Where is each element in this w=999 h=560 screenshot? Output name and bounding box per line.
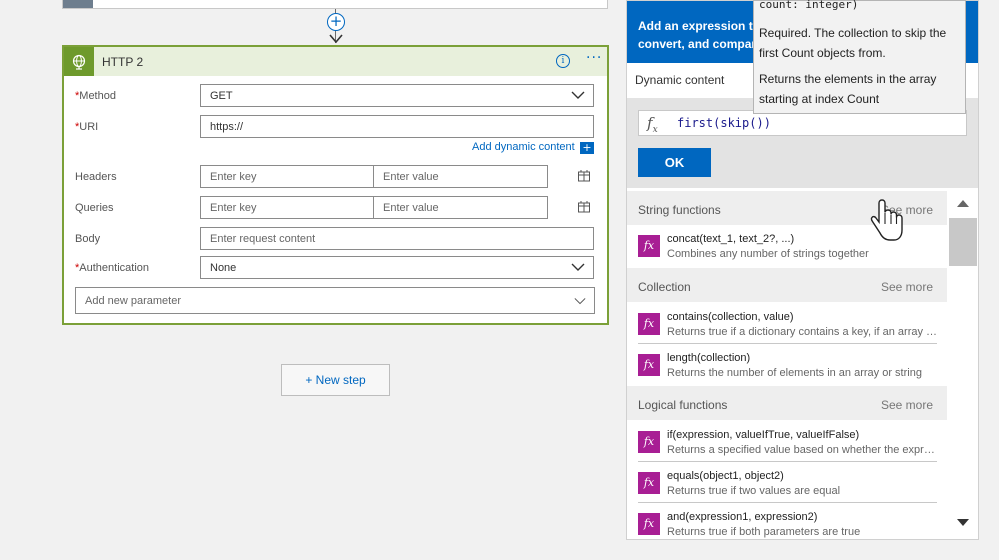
section-header-collection: Collection See more	[627, 268, 947, 302]
see-more-link[interactable]: See more	[881, 398, 933, 412]
headers-label: Headers	[75, 171, 117, 183]
tab-dynamic-content[interactable]: Dynamic content	[635, 73, 724, 87]
function-item-length[interactable]: fx length(collection) Returns the number…	[627, 345, 947, 385]
tooltip-parameter-description: Required. The collection to skip the fir…	[759, 26, 947, 60]
authentication-select[interactable]: None	[200, 256, 594, 279]
switch-to-text-mode-icon[interactable]	[577, 200, 593, 214]
scroll-up-arrow-icon[interactable]	[956, 198, 970, 208]
function-description: Combines any number of strings together	[667, 248, 869, 260]
function-item-equals[interactable]: fx equals(object1, object2) Returns true…	[627, 463, 947, 503]
panel-header-text: Add an expression to c convert, and comp…	[638, 19, 771, 51]
expression-text: first(skip())	[677, 116, 771, 130]
more-options-icon[interactable]: ···	[586, 50, 602, 66]
add-dynamic-content-link[interactable]: Add dynamic content	[472, 141, 575, 153]
insert-step-plus-icon[interactable]: +	[327, 13, 345, 31]
method-label: *Method	[75, 90, 116, 102]
fx-function-icon: fx	[638, 313, 660, 335]
chevron-down-icon	[574, 298, 586, 305]
add-dynamic-content-plus-icon[interactable]: +	[580, 142, 594, 154]
function-name: equals(object1, object2)	[667, 470, 784, 482]
queries-key-input[interactable]: Enter key	[200, 196, 374, 219]
card-header[interactable]: HTTP 2 i ···	[64, 47, 607, 76]
connector-arrow-icon	[329, 34, 343, 44]
method-value: GET	[210, 90, 233, 102]
uri-value: https://	[210, 121, 244, 133]
fx-function-icon: fx	[638, 354, 660, 376]
http-globe-icon	[64, 47, 94, 76]
function-item-contains[interactable]: fx contains(collection, value) Returns t…	[627, 304, 947, 344]
uri-input[interactable]: https://	[200, 115, 594, 138]
queries-label: Queries	[75, 202, 114, 214]
queries-value-input[interactable]: Enter value	[373, 196, 548, 219]
authentication-label: *Authentication	[75, 262, 149, 274]
fx-function-icon: fx	[638, 513, 660, 535]
switch-to-text-mode-icon[interactable]	[577, 169, 593, 183]
item-separator	[638, 343, 937, 344]
item-separator	[638, 502, 937, 503]
tooltip-function-description: Returns the elements in the array starti…	[759, 72, 937, 106]
section-title: Logical functions	[638, 398, 728, 412]
previous-step-card[interactable]	[62, 0, 608, 9]
add-new-parameter-label: Add new parameter	[85, 295, 181, 307]
previous-step-icon-strip	[63, 0, 93, 8]
function-description: Returns a specified value based on wheth…	[667, 444, 939, 456]
info-icon[interactable]: i	[556, 54, 570, 68]
function-description: Returns true if both parameters are true	[667, 526, 861, 538]
body-label: Body	[75, 233, 101, 245]
section-header-logical-functions: Logical functions See more	[627, 386, 947, 420]
fx-function-icon: fx	[638, 431, 660, 453]
http-action-card: HTTP 2 i ··· *Method GET *URI https:// A…	[62, 45, 609, 325]
function-name: contains(collection, value)	[667, 311, 794, 323]
headers-value-input[interactable]: Enter value	[373, 165, 548, 188]
uri-label: *URI	[75, 121, 99, 133]
function-item-and[interactable]: fx and(expression1, expression2) Returns…	[627, 504, 947, 539]
scrollbar-thumb[interactable]	[949, 218, 977, 266]
function-description: Returns true if two values are equal	[667, 485, 841, 497]
function-name: length(collection)	[667, 352, 751, 364]
new-step-button[interactable]: + New step	[281, 364, 390, 396]
section-title: Collection	[638, 280, 691, 294]
function-signature-tooltip: count: integer) Required. The collection…	[753, 0, 966, 114]
chevron-down-icon	[571, 91, 585, 99]
see-more-link[interactable]: See more	[881, 280, 933, 294]
function-name: concat(text_1, text_2?, ...)	[667, 233, 795, 245]
fx-function-icon: fx	[638, 472, 660, 494]
chevron-down-icon	[571, 263, 585, 271]
method-select[interactable]: GET	[200, 84, 594, 107]
function-name: if(expression, valueIfTrue, valueIfFalse…	[667, 429, 860, 441]
section-title: String functions	[638, 203, 721, 217]
fx-function-icon: fx	[638, 235, 660, 257]
tooltip-signature: count: integer)	[759, 0, 859, 11]
item-separator	[638, 461, 937, 462]
function-name: and(expression1, expression2)	[667, 511, 818, 523]
fx-icon: fx	[647, 114, 658, 135]
authentication-value: None	[210, 262, 237, 274]
function-description: Returns true if a dictionary contains a …	[667, 326, 939, 338]
function-description: Returns the number of elements in an arr…	[667, 367, 922, 379]
scroll-down-arrow-icon[interactable]	[956, 518, 970, 528]
card-title: HTTP 2	[102, 55, 144, 69]
headers-key-input[interactable]: Enter key	[200, 165, 374, 188]
ok-button[interactable]: OK	[638, 148, 711, 177]
add-new-parameter-dropdown[interactable]: Add new parameter	[75, 287, 595, 314]
body-input[interactable]: Enter request content	[200, 227, 594, 250]
hand-cursor-icon	[870, 199, 903, 241]
function-list-scrollbar[interactable]	[949, 188, 978, 539]
function-item-if[interactable]: fx if(expression, valueIfTrue, valueIfFa…	[627, 422, 947, 462]
